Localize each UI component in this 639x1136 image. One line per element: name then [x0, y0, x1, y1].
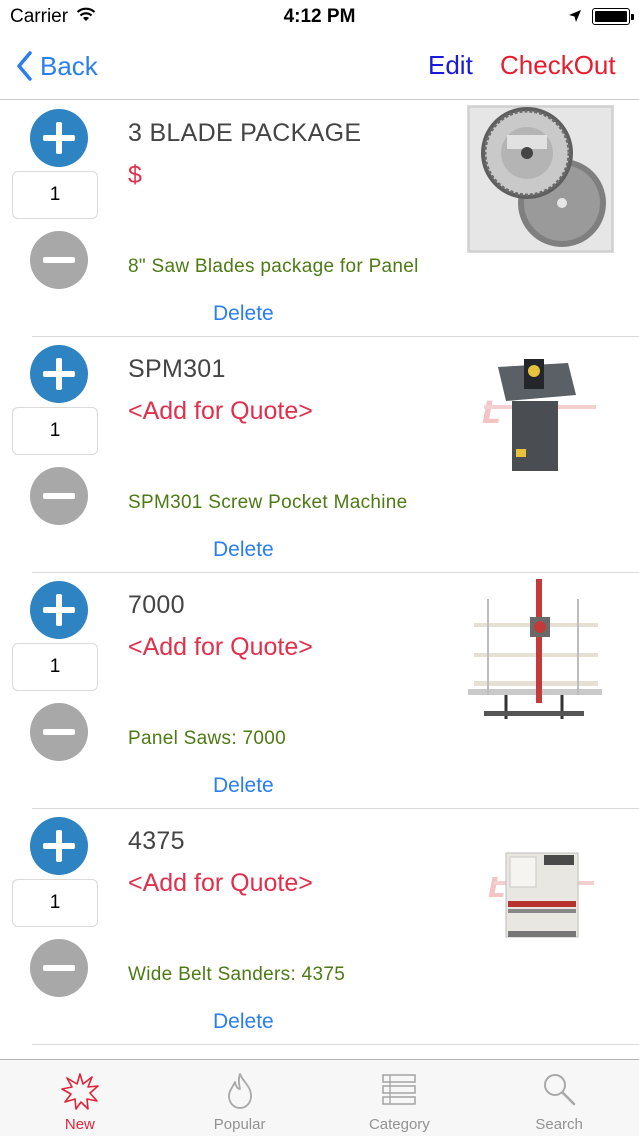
- magnifier-icon: [544, 1074, 576, 1106]
- status-bar: Carrier 4:12 PM: [0, 0, 639, 34]
- item-description: SPM301 Screw Pocket Machine: [128, 492, 408, 513]
- back-button[interactable]: Back: [16, 48, 98, 84]
- decrement-button[interactable]: [30, 467, 88, 525]
- saw-blades-image: [467, 105, 614, 253]
- svg-text:L: L: [482, 396, 501, 431]
- tab-new[interactable]: New: [0, 1060, 160, 1136]
- item-price: <Add for Quote>: [128, 397, 313, 425]
- list-icon: [382, 1074, 417, 1105]
- item-description: 8" Saw Blades package for Panel: [128, 256, 419, 277]
- checkout-button[interactable]: CheckOut: [500, 50, 616, 81]
- location-arrow-icon: [568, 9, 582, 28]
- cart-item: 4375 <Add for Quote> Wide Belt Sanders: …: [0, 809, 639, 1045]
- increment-button[interactable]: [30, 581, 88, 639]
- clock: 4:12 PM: [283, 6, 356, 27]
- cart-item: 7000 <Add for Quote> Panel Saws: 7000 De…: [0, 573, 639, 809]
- screw-pocket-machine-image: L: [470, 345, 600, 475]
- tab-bar: New Popular Category Search: [0, 1059, 639, 1136]
- flame-icon: [227, 1073, 252, 1109]
- increment-button[interactable]: [30, 109, 88, 167]
- quantity-field[interactable]: [12, 879, 98, 927]
- wide-belt-sander-image: L: [488, 843, 598, 943]
- cart-item: 3 BLADE PACKAGE $ 8" Saw Blades package …: [0, 101, 639, 337]
- nav-bar: Back Edit CheckOut: [0, 34, 639, 100]
- delete-button[interactable]: Delete: [213, 774, 274, 798]
- item-description: Wide Belt Sanders: 4375: [128, 964, 346, 985]
- tab-label: Category: [368, 1116, 430, 1133]
- increment-button[interactable]: [30, 345, 88, 403]
- cart-list[interactable]: 3 BLADE PACKAGE $ 8" Saw Blades package …: [0, 101, 639, 1059]
- item-title: SPM301: [128, 355, 226, 383]
- quantity-field[interactable]: [12, 643, 98, 691]
- tab-label: Search: [535, 1116, 583, 1133]
- item-price: <Add for Quote>: [128, 869, 313, 897]
- tab-label: Popular: [213, 1116, 266, 1133]
- starburst-icon: [61, 1073, 99, 1110]
- edit-button[interactable]: Edit: [428, 50, 473, 81]
- increment-button[interactable]: [30, 817, 88, 875]
- item-title: 3 BLADE PACKAGE: [128, 119, 362, 147]
- delete-button[interactable]: Delete: [213, 302, 274, 326]
- tab-search[interactable]: Search: [479, 1060, 639, 1136]
- quantity-field[interactable]: [12, 407, 98, 455]
- item-title: 7000: [128, 591, 185, 619]
- cart-item: SPM301 <Add for Quote> SPM301 Screw Pock…: [0, 337, 639, 573]
- tab-category[interactable]: Category: [320, 1060, 480, 1136]
- decrement-button[interactable]: [30, 939, 88, 997]
- svg-text:L: L: [488, 871, 506, 904]
- item-title: 4375: [128, 827, 185, 855]
- chevron-left-icon: [17, 51, 32, 81]
- item-price: <Add for Quote>: [128, 633, 313, 661]
- quantity-field[interactable]: [12, 171, 98, 219]
- delete-button[interactable]: Delete: [213, 538, 274, 562]
- panel-saw-image: [466, 577, 602, 727]
- tab-popular[interactable]: Popular: [160, 1060, 320, 1136]
- decrement-button[interactable]: [30, 231, 88, 289]
- battery-icon: [592, 8, 634, 25]
- decrement-button[interactable]: [30, 703, 88, 761]
- back-label: Back: [40, 50, 98, 81]
- item-description: Panel Saws: 7000: [128, 728, 286, 749]
- tab-label: New: [64, 1116, 95, 1133]
- delete-button[interactable]: Delete: [213, 1010, 274, 1034]
- item-price: $: [128, 161, 142, 189]
